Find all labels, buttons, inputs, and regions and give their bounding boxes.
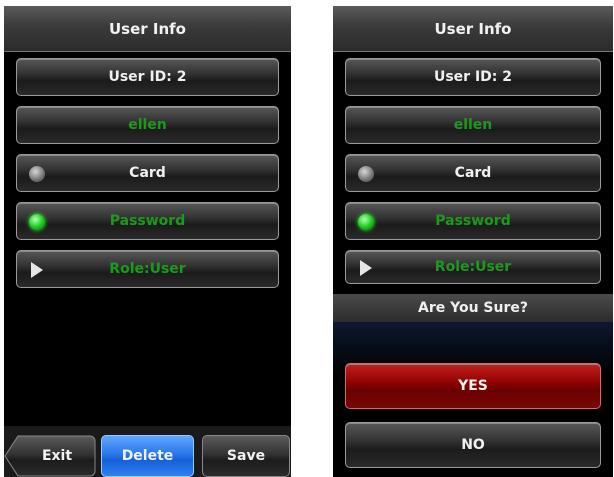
card-label: Card xyxy=(454,165,492,181)
role-label: Role:User xyxy=(434,259,512,275)
user-id-button[interactable]: User ID: 2 xyxy=(16,58,279,96)
green-led-icon xyxy=(358,214,374,230)
dialog-title: Are You Sure? xyxy=(333,294,613,322)
gray-led-icon xyxy=(358,166,374,182)
play-triangle-icon xyxy=(31,262,43,278)
user-info-screen-right: User Info User ID: 2 ellen Card Password… xyxy=(333,6,613,477)
play-triangle-icon xyxy=(360,260,372,276)
header-title: User Info xyxy=(333,6,613,52)
name-button[interactable]: ellen xyxy=(345,106,601,144)
role-label: Role:User xyxy=(109,261,186,277)
save-button[interactable]: Save xyxy=(202,435,290,477)
no-button[interactable]: NO xyxy=(345,422,601,468)
exit-button[interactable]: Exit xyxy=(18,435,96,477)
delete-button[interactable]: Delete xyxy=(101,435,194,477)
green-led-icon xyxy=(29,214,45,230)
user-id-button[interactable]: User ID: 2 xyxy=(345,58,601,96)
role-button[interactable]: Role:User xyxy=(345,250,601,284)
role-button[interactable]: Role:User xyxy=(16,250,279,288)
user-info-screen-left: User Info User ID: 2 ellen Card Password… xyxy=(4,6,291,477)
password-button[interactable]: Password xyxy=(345,202,601,240)
password-button[interactable]: Password xyxy=(16,202,279,240)
password-label: Password xyxy=(435,213,511,229)
yes-button[interactable]: YES xyxy=(345,363,601,409)
header-title: User Info xyxy=(4,6,291,52)
name-button[interactable]: ellen xyxy=(16,106,279,144)
card-button[interactable]: Card xyxy=(345,154,601,192)
exit-label: Exit xyxy=(41,448,73,464)
card-label: Card xyxy=(129,165,166,181)
gray-led-icon xyxy=(29,166,45,182)
card-button[interactable]: Card xyxy=(16,154,279,192)
password-label: Password xyxy=(109,213,186,229)
